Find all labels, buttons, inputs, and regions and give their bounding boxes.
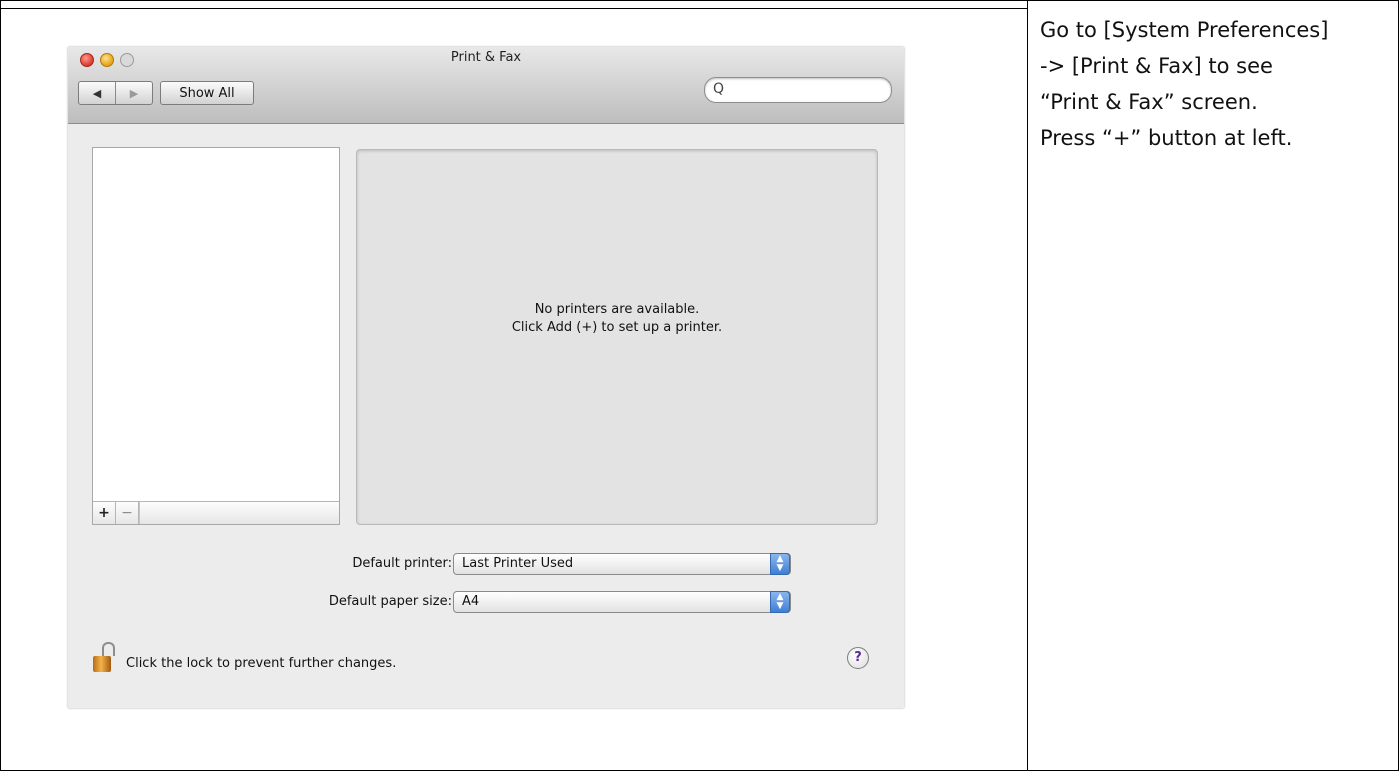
default-printer-row: Default printer: Last Printer Used ▲ ▼ bbox=[68, 553, 904, 575]
back-button[interactable]: ◀ bbox=[79, 82, 116, 104]
printer-list-toolbar: + − bbox=[93, 501, 339, 524]
remove-printer-button[interactable]: − bbox=[116, 502, 139, 524]
lock-icon[interactable] bbox=[93, 642, 115, 672]
default-paper-popup[interactable]: A4 ▲ ▼ bbox=[453, 591, 791, 613]
table-header-cell bbox=[1, 1, 1027, 9]
window-title: Print & Fax bbox=[450, 50, 522, 65]
list-toolbar-filler bbox=[139, 502, 339, 524]
default-printer-label: Default printer: bbox=[352, 556, 452, 571]
default-paper-label: Default paper size: bbox=[328, 594, 452, 609]
default-paper-value: A4 bbox=[462, 594, 480, 609]
lock-message: Click the lock to prevent further change… bbox=[126, 656, 397, 671]
printer-list[interactable]: + − bbox=[92, 147, 340, 525]
search-icon: Q bbox=[713, 81, 725, 97]
caption-line-2: -> [Print & Fax] to see bbox=[1040, 54, 1273, 78]
back-arrow-icon: ◀ bbox=[92, 86, 102, 100]
lock-body bbox=[93, 656, 111, 672]
table-column-divider bbox=[1027, 1, 1028, 771]
printer-detail-pane: No printers are available. Click Add (+)… bbox=[356, 149, 878, 525]
lock-shackle bbox=[102, 642, 115, 656]
default-printer-value: Last Printer Used bbox=[462, 556, 574, 571]
caption-line-4: Press “+” button at left. bbox=[1040, 126, 1293, 150]
popup-stepper-icon: ▲ ▼ bbox=[770, 553, 790, 575]
help-button[interactable]: ? bbox=[847, 647, 869, 669]
search-field[interactable]: Q bbox=[704, 77, 892, 103]
caption-line-3: “Print & Fax” screen. bbox=[1040, 90, 1258, 114]
forward-arrow-icon: ▶ bbox=[129, 86, 139, 100]
add-printer-button[interactable]: + bbox=[93, 502, 116, 524]
caption-line-1: Go to [System Preferences] bbox=[1040, 18, 1329, 42]
default-printer-popup[interactable]: Last Printer Used ▲ ▼ bbox=[453, 553, 791, 575]
nav-button-group: ◀ ▶ bbox=[78, 81, 153, 105]
window-toolbar: Print & Fax ◀ ▶ Show All Q bbox=[68, 47, 904, 124]
print-fax-window: Print & Fax ◀ ▶ Show All Q + − No printe… bbox=[68, 47, 904, 708]
popup-stepper-icon: ▲ ▼ bbox=[770, 591, 790, 613]
default-paper-row: Default paper size: A4 ▲ ▼ bbox=[68, 591, 904, 613]
no-printers-message: No printers are available. Click Add (+)… bbox=[357, 301, 877, 337]
show-all-button[interactable]: Show All bbox=[160, 81, 254, 105]
no-printers-line-2: Click Add (+) to set up a printer. bbox=[511, 320, 723, 335]
no-printers-line-1: No printers are available. bbox=[534, 302, 700, 317]
forward-button[interactable]: ▶ bbox=[116, 82, 152, 104]
instruction-caption: Go to [System Preferences] -> [Print & F… bbox=[1040, 12, 1390, 156]
